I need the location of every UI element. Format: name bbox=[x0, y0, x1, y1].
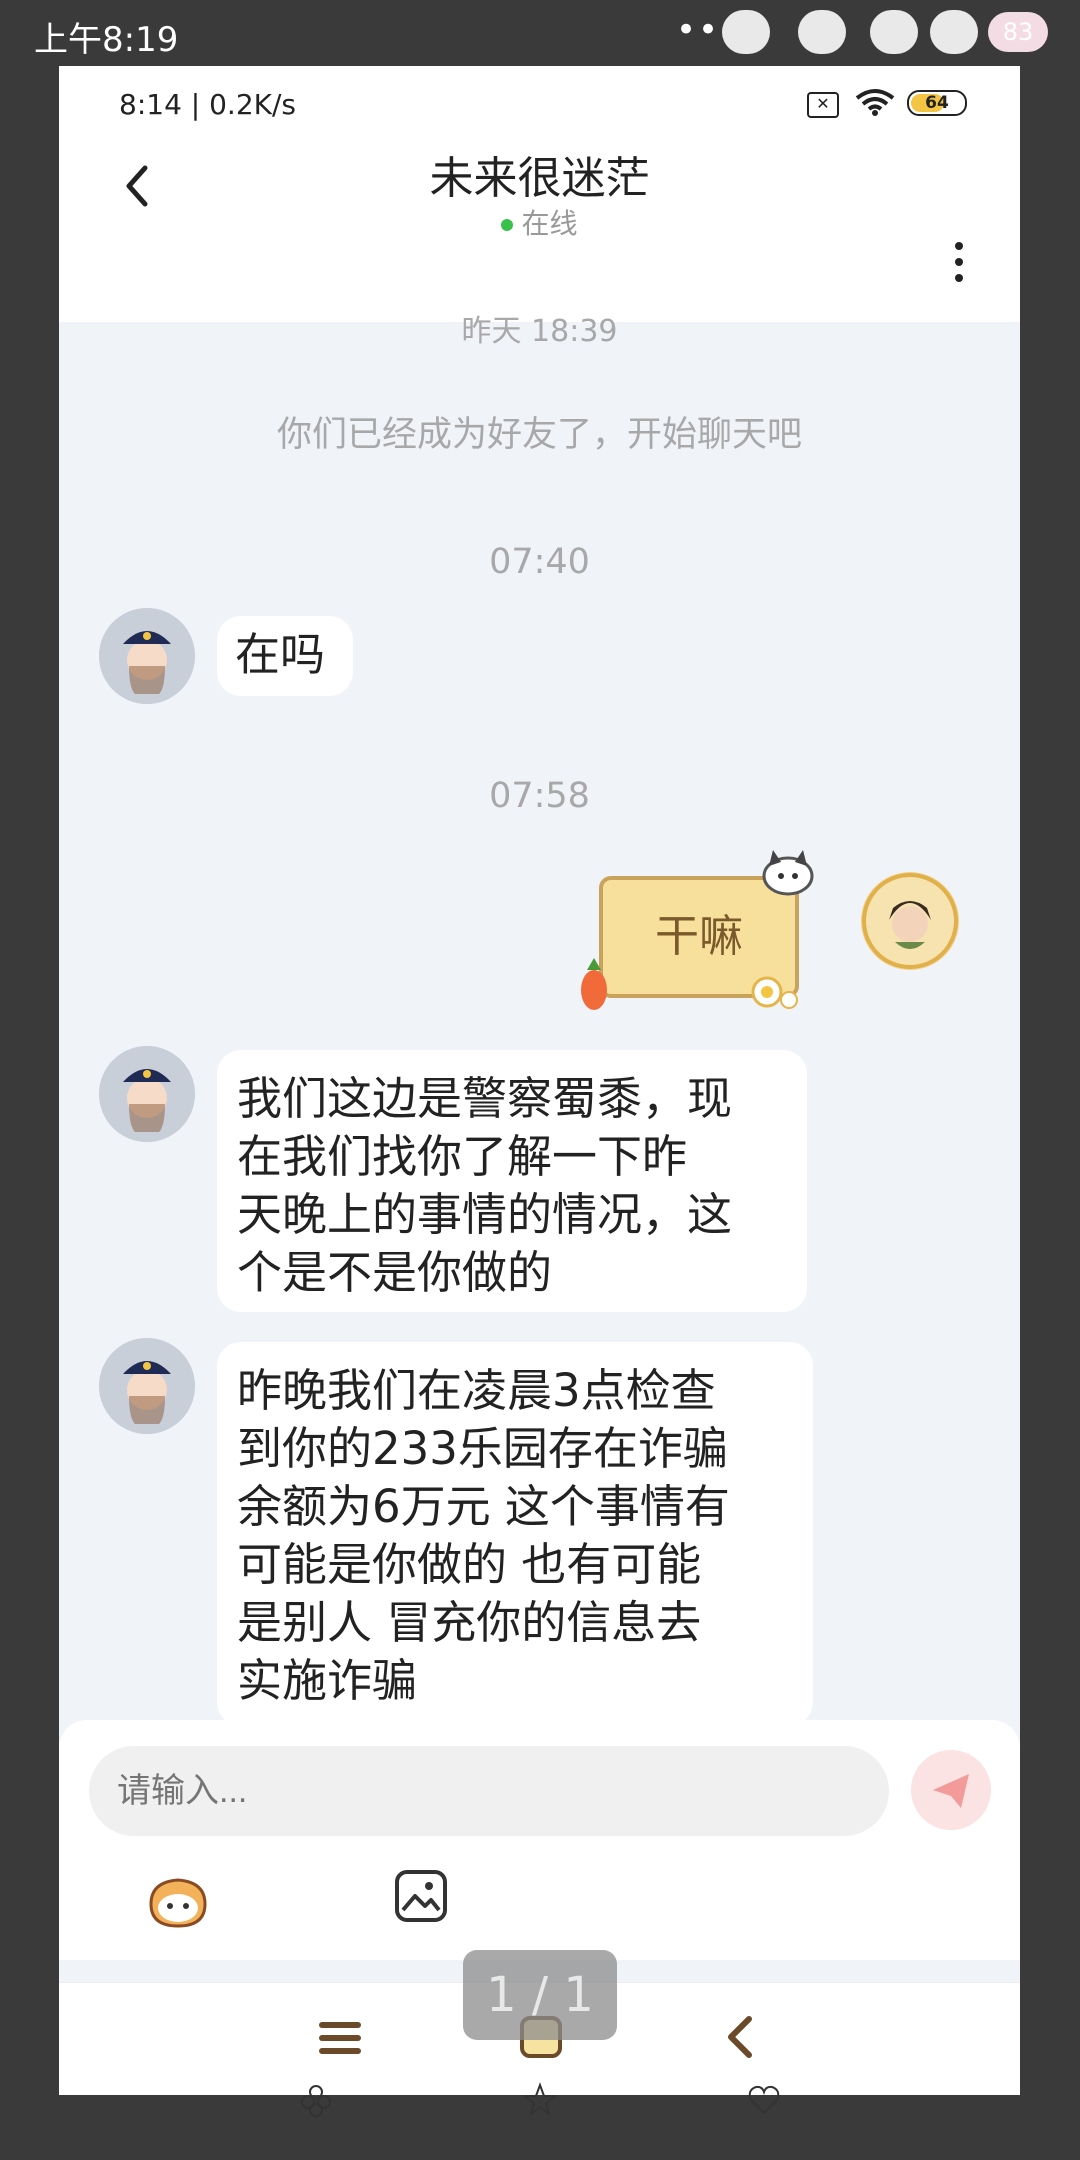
star-icon bbox=[522, 2082, 558, 2117]
chat-screen: 8:14 | 0.2K/s ✕ 64 未来很迷茫 在线 昨天 18:39 你们已… bbox=[59, 66, 1020, 2095]
emoji-sticker-button[interactable] bbox=[143, 1870, 213, 1930]
menu-icon[interactable] bbox=[317, 2019, 363, 2057]
my-avatar[interactable] bbox=[861, 872, 959, 970]
battery-icon: 64 bbox=[907, 90, 967, 116]
app-icon bbox=[798, 10, 846, 54]
carrot-sticker-icon bbox=[581, 958, 607, 1010]
contact-avatar[interactable] bbox=[99, 1046, 195, 1142]
no-sim-icon: ✕ bbox=[807, 92, 839, 118]
timestamp: 07:58 bbox=[489, 776, 590, 816]
contact-avatar[interactable] bbox=[99, 608, 195, 704]
heart-icon bbox=[748, 2085, 780, 2115]
online-status: 在线 bbox=[59, 202, 1020, 242]
composer bbox=[59, 1720, 1020, 1960]
online-status-text: 在线 bbox=[521, 207, 578, 240]
battery-badge: 83 bbox=[988, 12, 1048, 52]
contact-name: 未来很迷茫 bbox=[429, 153, 650, 204]
inner-status-bar: 8:14 | 0.2K/s ✕ 64 bbox=[59, 66, 1020, 142]
outer-clock: 上午8:19 bbox=[34, 20, 179, 60]
app-icon bbox=[722, 10, 770, 54]
message-input[interactable] bbox=[89, 1746, 889, 1836]
inner-clock: 8:14 | 0.2K/s bbox=[119, 88, 297, 121]
timestamp: 昨天 18:39 bbox=[461, 314, 618, 349]
send-button[interactable] bbox=[911, 1750, 991, 1830]
message-bubble: 我们这边是警察蜀黍，现 在我们找你了解一下昨 天晚上的事情的情况，这 个是不是你… bbox=[217, 1050, 807, 1312]
app-icon bbox=[930, 10, 978, 54]
battery-percent: 64 bbox=[925, 93, 949, 113]
wifi-icon bbox=[855, 89, 895, 116]
message-bubble: 在吗 bbox=[217, 616, 353, 696]
system-note: 你们已经成为好友了，开始聊天吧 bbox=[276, 415, 802, 455]
flower-sticker-icon bbox=[751, 976, 798, 1009]
page-indicator: 1 / 1 bbox=[463, 1950, 617, 2040]
nav-back-icon[interactable] bbox=[723, 2015, 759, 2059]
image-picker-button[interactable] bbox=[393, 1868, 449, 1924]
online-dot-icon bbox=[501, 219, 514, 231]
cat-sticker-icon bbox=[762, 850, 814, 896]
timestamp: 07:40 bbox=[489, 542, 590, 582]
message-bubble: 昨晚我们在凌晨3点检查 到你的233乐园存在诈骗 余额为6万元 这个事情有 可能… bbox=[217, 1342, 813, 1726]
outer-status-bar: 上午8:19 ••• 83 bbox=[0, 0, 1080, 66]
message-list: 昨天 18:39 你们已经成为好友了，开始聊天吧 07:40 在吗 07:58 … bbox=[59, 256, 1020, 1726]
app-icon bbox=[870, 10, 918, 54]
contact-avatar[interactable] bbox=[99, 1338, 195, 1434]
flower-icon bbox=[301, 2085, 331, 2117]
